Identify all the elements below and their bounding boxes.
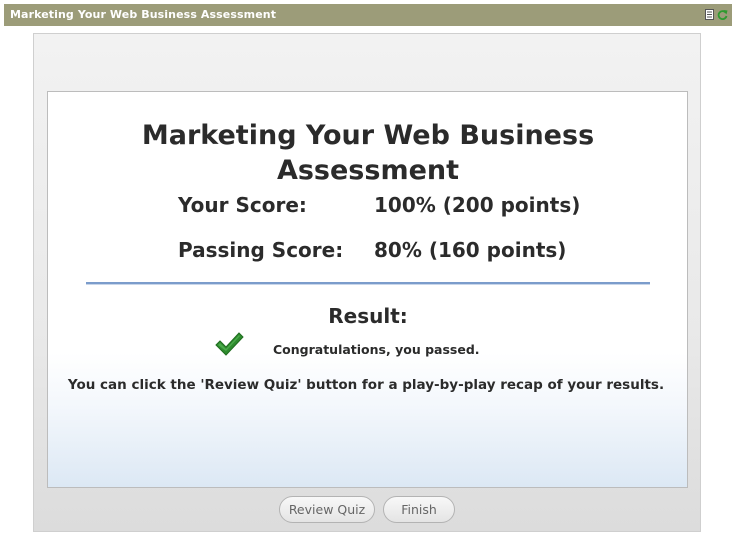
result-message: Congratulations, you passed. <box>273 342 480 357</box>
assessment-title: Marketing Your Web Business Assessment <box>0 118 736 188</box>
finish-button[interactable]: Finish <box>383 496 455 523</box>
checkmark-icon <box>215 332 244 356</box>
assessment-title-line2: Assessment <box>276 155 460 186</box>
refresh-icon[interactable] <box>717 9 728 20</box>
document-icon[interactable] <box>704 9 715 20</box>
your-score-value: 100% (200 points) <box>374 193 581 217</box>
review-quiz-button[interactable]: Review Quiz <box>279 496 375 523</box>
result-label: Result: <box>328 304 408 328</box>
recap-instructions: You can click the 'Review Quiz' button f… <box>67 377 665 393</box>
passing-score-value: 80% (160 points) <box>374 238 567 262</box>
assessment-title-line1: Marketing Your Web Business <box>141 120 595 151</box>
window-titlebar: Marketing Your Web Business Assessment <box>4 4 732 26</box>
your-score-label: Your Score: <box>178 193 307 217</box>
passing-score-label: Passing Score: <box>178 238 344 262</box>
divider <box>86 282 650 285</box>
window-title: Marketing Your Web Business Assessment <box>10 8 277 21</box>
